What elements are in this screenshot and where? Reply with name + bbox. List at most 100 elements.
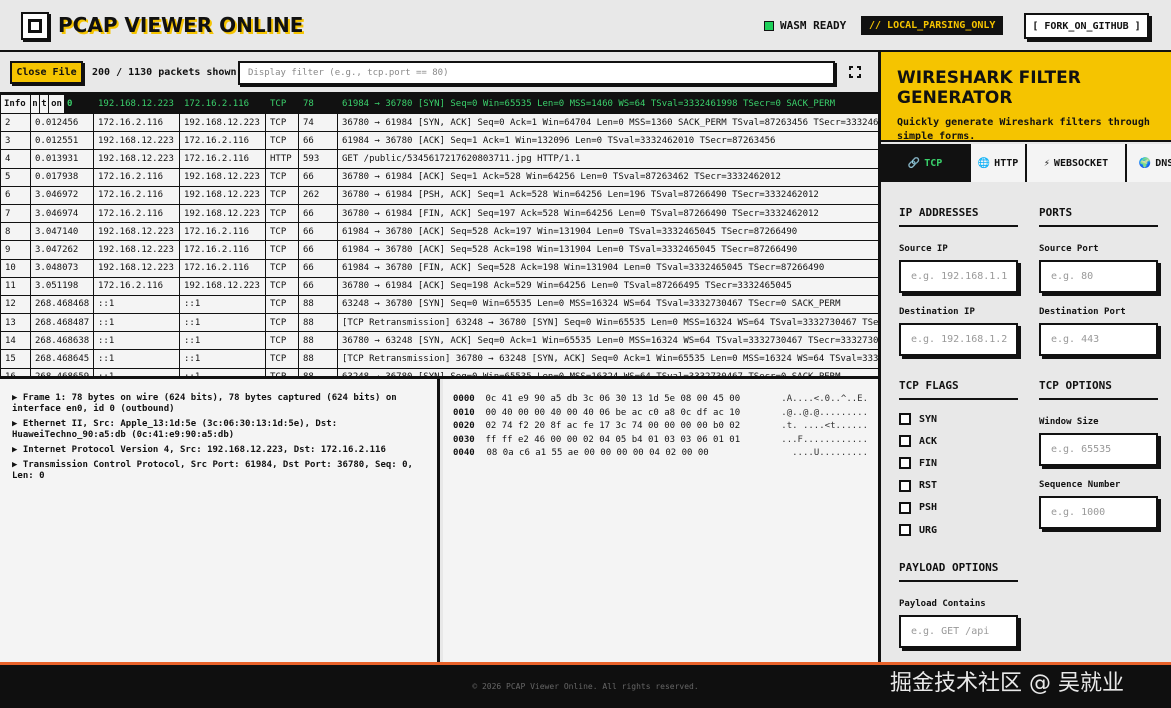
hex-ascii: .@..@.@......... xyxy=(781,407,868,418)
packet-table: Info n t on 0 192.168.12.223 172.16.2.116 TCP 78… xyxy=(0,94,878,376)
watermark-text: 掘金技术社区 @ 吴就业 xyxy=(890,671,1124,696)
table-cell: 262 xyxy=(298,185,338,205)
flag-label: PSH xyxy=(919,502,938,514)
dest-port-input[interactable] xyxy=(1039,323,1158,356)
footer: © 2026 PCAP Viewer Online. All rights re… xyxy=(0,662,1171,708)
tab-tcp[interactable]: 🔗 TCP xyxy=(881,144,971,182)
source-port-input[interactable] xyxy=(1039,260,1158,293)
table-cell: 192.168.12.223 xyxy=(93,240,180,260)
table-row[interactable]: 15 268.468645::1::1 TCP 88 [TCP Retransmissi… xyxy=(0,349,878,369)
table-cell: 66 xyxy=(298,240,338,260)
table-cell: 172.16.2.116 xyxy=(93,112,180,133)
flag-checkbox-ack[interactable]: ACK xyxy=(899,435,937,448)
table-cell: TCP xyxy=(265,313,299,333)
close-file-button[interactable]: Close File xyxy=(10,61,83,84)
table-cell: 172.16.2.116 xyxy=(179,131,266,151)
table-row[interactable]: 10 3.048073 192.168.12.223 172.16.2.116 TCP 6… xyxy=(0,258,878,278)
source-ip-input[interactable] xyxy=(899,260,1018,293)
table-row[interactable]: 11 3.051198 172.16.2.116 192.168.12.223 TCP 6… xyxy=(0,276,878,296)
sequence-number-input[interactable] xyxy=(1039,496,1158,529)
table-row[interactable]: Info n t on 0 192.168.12.223 172.16.2.116 TCP 78… xyxy=(0,94,878,114)
table-row[interactable]: 7 3.046974 172.16.2.116 192.168.12.223 TCP 66… xyxy=(0,203,878,224)
flag-label: SYN xyxy=(919,413,938,425)
table-cell: 88 xyxy=(298,313,338,333)
table-cell: Info xyxy=(0,94,31,114)
table-row[interactable]: 9 3.047262 192.168.12.223 172.16.2.116 TCP 66… xyxy=(0,240,878,260)
table-cell: 36780 → 61984 [SYN, ACK] Seq=0 Ack=1 Win… xyxy=(337,112,878,133)
table-cell: 192.168.12.223 xyxy=(179,112,266,133)
table-cell: TCP xyxy=(265,240,299,260)
table-cell: 88 xyxy=(298,349,338,369)
hex-dump: 0000 0c 41 e9 90 a5 db 3c 06 30 13 1d 5e … xyxy=(443,379,878,662)
hex-row: 0040 08 0a c6 a1 55 ae 00 00 00 00 04 02 … xyxy=(453,447,868,461)
table-cell: ::1 xyxy=(179,349,266,369)
table-cell: HTTP xyxy=(265,149,299,169)
detail-tree-item[interactable]: ▶ Internet Protocol Version 4, Src: 192.… xyxy=(12,445,425,456)
table-cell: 5 xyxy=(0,167,31,187)
table-row[interactable]: 4 0.013931 192.168.12.223 172.16.2.116 HTTP 5… xyxy=(0,149,878,169)
table-row[interactable]: 5 0.017938 172.16.2.116 192.168.12.223 TCP 66… xyxy=(0,167,878,187)
tab-http[interactable]: 🌐 HTTP xyxy=(971,144,1027,182)
hex-offset: 0000 xyxy=(453,394,475,404)
window-size-input[interactable] xyxy=(1039,433,1158,466)
checkbox-icon[interactable] xyxy=(899,501,911,514)
detail-tree-item[interactable]: ▶ Transmission Control Protocol, Src Por… xyxy=(12,460,425,482)
detail-tree-item[interactable]: ▶ Ethernet II, Src: Apple_13:1d:5e (3c:0… xyxy=(12,419,425,441)
table-row[interactable]: 6 3.046972 172.16.2.116 192.168.12.223 TCP 26… xyxy=(0,185,878,205)
checkbox-icon[interactable] xyxy=(899,479,911,492)
table-cell: 172.16.2.116 xyxy=(179,94,266,114)
tab-websocket[interactable]: ⚡ WEBSOCKET xyxy=(1027,144,1127,182)
fork-on-github-button[interactable]: [ FORK_ON_GITHUB ] xyxy=(1024,13,1149,39)
flag-checkbox-urg[interactable]: URG xyxy=(899,524,937,536)
table-row[interactable]: 8 3.047140 192.168.12.223 172.16.2.116 TCP 66… xyxy=(0,222,878,242)
payload-contains-input[interactable] xyxy=(899,615,1018,648)
table-cell: TCP xyxy=(265,94,299,114)
checkbox-icon[interactable] xyxy=(899,435,911,448)
checkbox-icon[interactable] xyxy=(899,524,911,536)
packet-list[interactable]: Info n t on 0 192.168.12.223 172.16.2.116 TCP 78… xyxy=(0,92,878,379)
table-cell: 0.013931 xyxy=(30,149,94,169)
flag-checkbox-fin[interactable]: FIN xyxy=(899,457,937,470)
table-cell: 61984 → 36780 [ACK] Seq=528 Ack=198 Win=… xyxy=(337,240,878,260)
fullscreen-icon[interactable] xyxy=(849,66,861,78)
table-cell: 88 xyxy=(298,331,338,351)
table-cell: TCP xyxy=(265,185,299,205)
hex-bytes: 02 74 f2 20 8f ac fe 17 3c 74 00 00 00 0… xyxy=(485,421,741,431)
table-row[interactable]: 3 0.012551 192.168.12.223 172.16.2.116 TCP 66… xyxy=(0,131,878,151)
display-filter-input[interactable] xyxy=(238,61,835,85)
table-cell: 12 xyxy=(0,294,31,315)
table-cell: 0.012551 xyxy=(30,131,94,151)
column-header[interactable]: on xyxy=(49,96,64,113)
table-cell: 172.16.2.116 xyxy=(93,203,180,224)
hex-offset: 0030 xyxy=(453,434,475,445)
dest-ip-input[interactable] xyxy=(899,323,1018,356)
table-cell: ::1 xyxy=(179,367,266,376)
tab-dns[interactable]: 🌍 DNS xyxy=(1127,144,1171,182)
hex-offset: 0010 xyxy=(453,407,475,418)
hex-row: 0020 02 74 f2 20 8f ac fe 17 3c 74 00 00 … xyxy=(453,420,868,434)
column-header[interactable]: t xyxy=(40,95,49,113)
table-cell: 74 xyxy=(298,112,338,133)
table-cell: 66 xyxy=(298,276,338,296)
detail-tree-item[interactable]: ▶ Frame 1: 78 bytes on wire (624 bits), … xyxy=(12,393,425,415)
flag-checkbox-syn[interactable]: SYN xyxy=(899,413,937,425)
table-cell: 3.047262 xyxy=(30,240,94,260)
column-header[interactable]: n xyxy=(32,95,40,113)
table-cell: TCP xyxy=(265,222,299,242)
checkbox-icon[interactable] xyxy=(899,457,911,470)
table-cell: [TCP Retransmission] 63248 → 36780 [SYN]… xyxy=(337,313,878,333)
flag-checkbox-psh[interactable]: PSH xyxy=(899,501,938,514)
table-cell: 172.16.2.116 xyxy=(179,222,266,242)
table-cell: 6 xyxy=(0,185,31,205)
dest-ip-label: Destination IP xyxy=(899,307,975,317)
checkbox-icon[interactable] xyxy=(899,413,911,425)
table-row[interactable]: 16 268.468659::1::1 TCP 88 63248 → 36780 [SY… xyxy=(0,367,878,376)
table-cell: 4 xyxy=(0,149,31,169)
table-row[interactable]: 14 268.468638::1::1 TCP 88 36780 → 63248 [SY… xyxy=(0,331,878,351)
table-row[interactable]: 13 268.468487::1::1 TCP 88 [TCP Retransmissi… xyxy=(0,313,878,333)
flag-checkbox-rst[interactable]: RST xyxy=(899,479,937,492)
table-cell: 10 xyxy=(0,258,31,278)
table-row[interactable]: 12 268.468468::1::1 TCP 88 63248 → 36780 [SY… xyxy=(0,294,878,315)
table-row[interactable]: 2 0.012456 172.16.2.116 192.168.12.223 TCP 74… xyxy=(0,112,878,133)
table-cell: 3 xyxy=(0,131,31,151)
